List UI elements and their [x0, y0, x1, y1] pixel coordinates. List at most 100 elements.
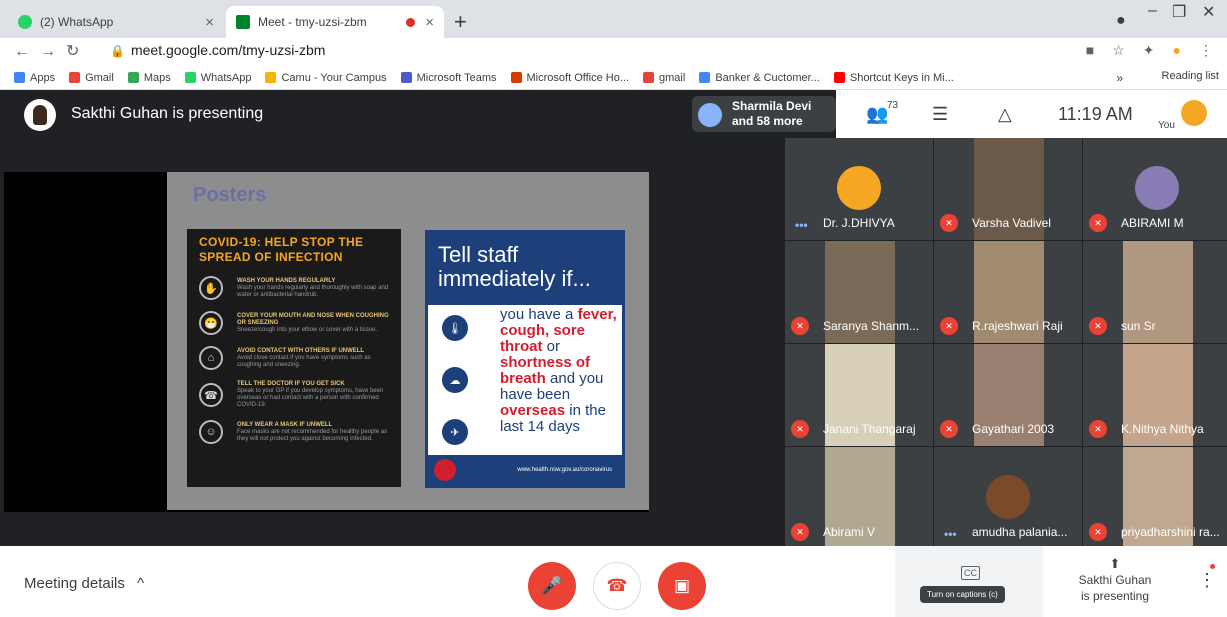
mic-muted-icon: ✕: [791, 523, 809, 541]
advice-detail: Wash your hands regularly and thoroughly…: [237, 284, 389, 298]
participant-avatar: [837, 166, 881, 210]
bookmark-item[interactable]: Gmail: [69, 72, 114, 84]
participant-name: Gayathari 2003: [972, 422, 1055, 436]
camera-off-icon: ▣: [673, 576, 691, 595]
bookmark-item[interactable]: Microsoft Teams: [400, 72, 497, 84]
leave-call-button[interactable]: ☎: [593, 562, 641, 610]
bookmark-label: Banker & Cuctomer...: [715, 71, 820, 84]
camera-toggle-button[interactable]: ▣: [658, 562, 706, 610]
participant-tile[interactable]: ••• Dr. J.DHIVYA: [785, 138, 933, 240]
more-options-icon[interactable]: ⋮: [1198, 570, 1216, 591]
phone-hangup-icon: ☎: [606, 576, 628, 595]
captions-button[interactable]: CC Turn on captions (c): [895, 546, 1043, 617]
camera-indicator-icon[interactable]: ■: [1086, 42, 1094, 59]
back-icon[interactable]: ←: [14, 43, 40, 60]
url-text: meet.google.com/tmy-uzsi-zbm: [130, 42, 326, 58]
speaking-indicator-icon: •••: [944, 527, 957, 541]
participant-name: Janani Thangaraj: [823, 422, 916, 436]
address-bar[interactable]: 🔒 meet.google.com/tmy-uzsi-zbm: [110, 42, 325, 58]
bookmark-item[interactable]: Apps: [14, 72, 55, 84]
mic-muted-icon: ✕: [940, 214, 958, 232]
meeting-details-button[interactable]: Meeting details ^: [24, 575, 144, 592]
bookmark-item[interactable]: Camu - Your Campus: [265, 72, 387, 84]
bookmark-item[interactable]: gmail: [643, 72, 685, 84]
participant-avatar: [986, 475, 1030, 519]
mic-toggle-button[interactable]: 🎤: [528, 562, 576, 610]
participant-tile[interactable]: ✕ Janani Thangaraj: [785, 344, 933, 446]
advice-heading: AVOID CONTACT WITH OTHERS IF UNWELL: [237, 347, 365, 354]
poster-footer: www.health.nsw.gov.au/coronavirus: [428, 455, 622, 485]
present-line2: is presenting: [1080, 589, 1150, 603]
advice-text: TELL THE DOCTOR IF YOU GET SICK Speak to …: [237, 381, 389, 409]
advice-text: ONLY WEAR A MASK IF UNWELL Face masks are…: [237, 422, 389, 443]
nsw-logo: [434, 459, 456, 481]
poster-highlight: overseas: [500, 402, 566, 419]
tab-close-icon[interactable]: ×: [425, 14, 434, 31]
mic-muted-icon: ✕: [1089, 523, 1107, 541]
tab-close-icon[interactable]: ×: [205, 14, 214, 31]
tab-whatsapp[interactable]: (2) WhatsApp ×: [8, 6, 224, 38]
extensions-icon[interactable]: ✦: [1143, 42, 1155, 59]
join-notification[interactable]: Sharmila Devi and 58 more: [692, 96, 836, 132]
tell-staff-poster: Tell staff immediately if... 🌡 ☁ ✈ you h…: [425, 230, 625, 488]
bookmarks-overflow-icon[interactable]: »: [1116, 71, 1123, 85]
bookmark-item[interactable]: Shortcut Keys in Mi...: [833, 72, 954, 84]
forward-icon[interactable]: →: [40, 43, 66, 60]
tab-meet[interactable]: Meet - tmy-uzsi-zbm ×: [226, 6, 444, 38]
bookmark-item[interactable]: Microsoft Office Ho...: [510, 72, 629, 84]
bookmark-item[interactable]: Maps: [127, 71, 171, 84]
participant-tile[interactable]: ✕ ABIRAMI M: [1083, 138, 1227, 240]
present-now-button[interactable]: ⬆ Sakthi Guhan is presenting: [1060, 556, 1170, 604]
notification-dot: [1210, 564, 1215, 569]
advice-detail: Sneeze/cough into your elbow or cover wi…: [237, 326, 378, 333]
activities-icon[interactable]: △: [998, 104, 1012, 125]
mic-muted-icon: ✕: [940, 317, 958, 335]
present-screen-icon: ⬆: [1109, 556, 1121, 571]
profile-avatar-icon[interactable]: ●: [1173, 42, 1181, 59]
bookmark-icon: [699, 72, 711, 83]
participant-name: Dr. J.DHIVYA: [823, 216, 895, 230]
presenter-bar: Sakthi Guhan is presenting: [0, 90, 785, 138]
participant-tile[interactable]: ✕ Saranya Shanm...: [785, 241, 933, 343]
mic-off-icon: 🎤: [541, 576, 563, 595]
participant-tile[interactable]: ✕ Gayathari 2003: [934, 344, 1082, 446]
advice-text: AVOID CONTACT WITH OTHERS IF UNWELL Avoid…: [237, 348, 389, 369]
menu-icon[interactable]: ⋮: [1199, 42, 1213, 59]
advice-icon: ☺: [199, 420, 223, 444]
participant-name: K.Nithya Nithya: [1121, 422, 1204, 436]
joiner-name: Sharmila Devi: [732, 99, 812, 113]
profile-icon[interactable]: ●: [1116, 12, 1126, 30]
people-icon[interactable]: 👥: [866, 104, 888, 125]
self-avatar[interactable]: [1181, 100, 1207, 126]
presenter-avatar: [24, 99, 56, 131]
bookmark-label: Maps: [143, 71, 171, 84]
reload-icon[interactable]: ↻: [66, 43, 89, 60]
poster-text: or: [546, 338, 561, 355]
recording-dot-icon: [406, 17, 416, 27]
bookmark-icon: [265, 72, 277, 83]
star-icon[interactable]: ☆: [1112, 42, 1125, 59]
bookmark-item[interactable]: Banker & Cuctomer...: [699, 72, 820, 84]
chat-icon[interactable]: ☰: [932, 104, 948, 125]
advice-heading: TELL THE DOCTOR IF YOU GET SICK: [237, 381, 345, 387]
browser-tab-strip: (2) WhatsApp × Meet - tmy-uzsi-zbm × + ●…: [0, 0, 1227, 38]
advice-detail: Face masks are not recommended for healt…: [237, 428, 388, 442]
participant-tile[interactable]: ✕ sun Sr: [1083, 241, 1227, 343]
participant-tile[interactable]: ✕ K.Nithya Nithya: [1083, 344, 1227, 446]
participant-name: ABIRAMI M: [1121, 216, 1184, 230]
new-tab-button[interactable]: +: [454, 9, 467, 35]
meeting-details-label: Meeting details: [24, 575, 125, 592]
participant-tile[interactable]: ••• amudha palania...: [934, 447, 1082, 549]
participant-tile[interactable]: ✕ Abirami V: [785, 447, 933, 549]
participant-tile[interactable]: ✕ priyadharshini ra...: [1083, 447, 1227, 549]
bookmark-item[interactable]: WhatsApp: [184, 72, 251, 84]
restore-icon[interactable]: ❐: [1172, 2, 1186, 22]
reading-list-button[interactable]: Reading list: [1162, 70, 1219, 82]
minimize-icon[interactable]: –: [1148, 2, 1157, 20]
participant-tile[interactable]: ✕ Varsha Vadivel: [934, 138, 1082, 240]
present-line1: Sakthi Guhan: [1078, 573, 1152, 587]
participant-name: sun Sr: [1121, 319, 1156, 333]
lock-icon: 🔒: [110, 44, 125, 58]
participant-tile[interactable]: ✕ R.rajeshwari Raji: [934, 241, 1082, 343]
close-window-icon[interactable]: ✕: [1202, 2, 1215, 22]
